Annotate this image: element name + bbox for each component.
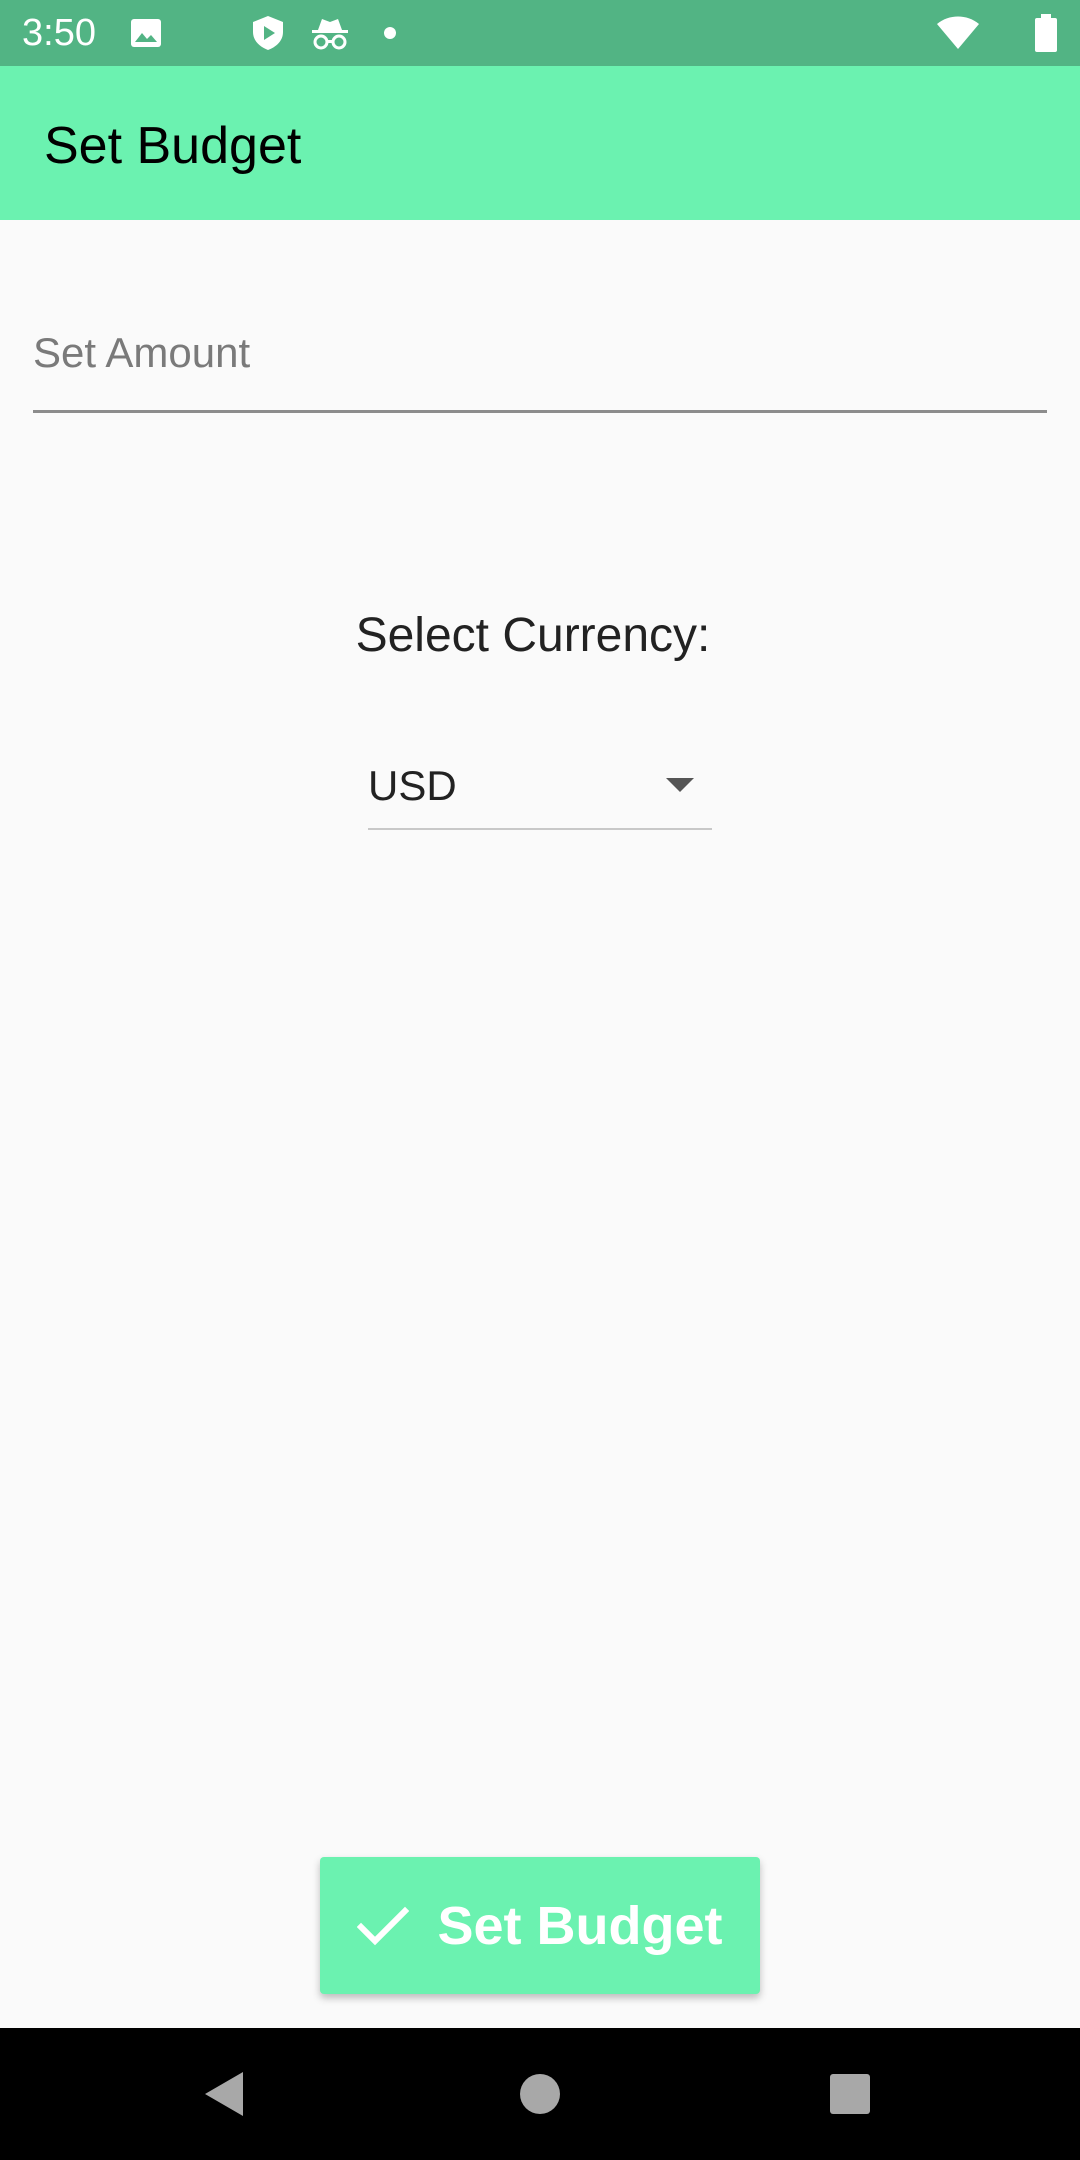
currency-dropdown[interactable]: USD — [368, 750, 712, 830]
status-time: 3:50 — [22, 12, 96, 54]
set-budget-button[interactable]: Set Budget — [320, 1857, 760, 1994]
shield-play-icon — [248, 0, 288, 66]
app-bar: Set Budget — [0, 66, 1080, 220]
back-icon[interactable] — [165, 2028, 285, 2160]
currency-label: Select Currency: — [355, 609, 711, 662]
page-title: Set Budget — [44, 117, 302, 175]
home-icon[interactable] — [480, 2028, 600, 2160]
incognito-icon — [308, 0, 352, 66]
set-budget-button-label: Set Budget — [437, 1895, 723, 1956]
amount-input[interactable] — [33, 295, 1047, 413]
dropdown-arrow-icon — [666, 778, 694, 792]
status-bar: 3:50 — [0, 0, 1080, 66]
set-budget-screen: 3:50 Set Budget Set Amount Select Curren… — [0, 0, 1080, 2160]
dot-icon — [382, 0, 398, 66]
image-icon — [128, 0, 164, 66]
wifi-icon — [934, 0, 982, 66]
currency-selected-value: USD — [368, 762, 457, 809]
check-icon — [357, 1906, 410, 1946]
recents-icon[interactable] — [790, 2028, 910, 2160]
amount-field — [33, 295, 1047, 415]
battery-icon — [1032, 0, 1060, 66]
navigation-bar — [0, 2028, 1080, 2160]
